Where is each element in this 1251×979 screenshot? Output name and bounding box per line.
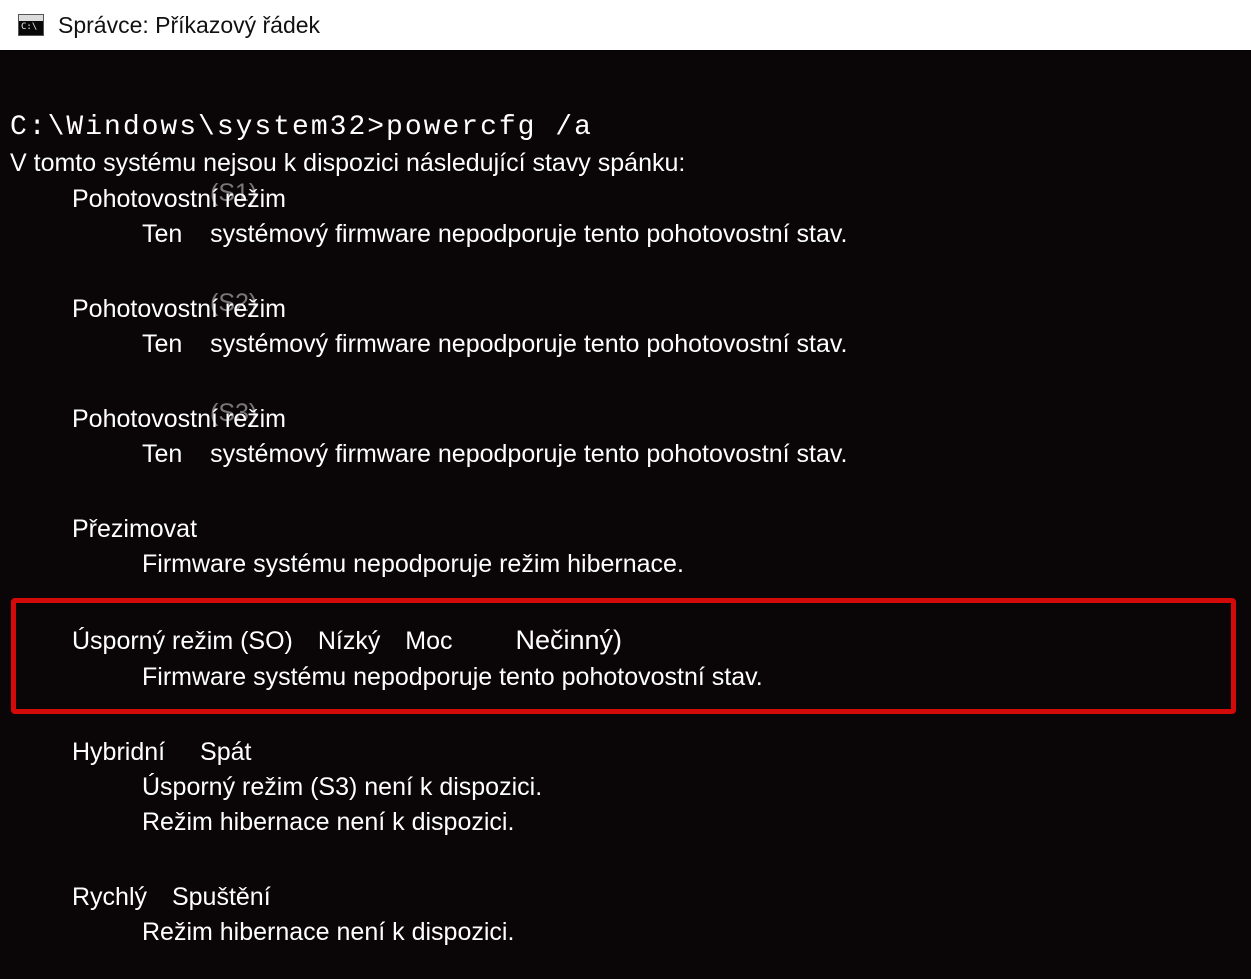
- section-fast-title-p2: Spuštění: [172, 880, 271, 915]
- section-hybrid-title-p1: Hybridní: [72, 735, 165, 770]
- section-s2: Pohotovostní režim (S2) Ten systémový fi…: [0, 292, 1251, 362]
- section-s2-ghost: (S2): [210, 286, 257, 321]
- section-fast-title-p1: Rychlý: [72, 880, 147, 915]
- section-fast-title: Rychlý Spuštění: [0, 880, 1251, 915]
- section-fast-line-0: Režim hibernace není k dispozici.: [0, 915, 1251, 950]
- section-hybrid: Hybridní Spát Úsporný režim (S3) není k …: [0, 735, 1251, 840]
- section-s1-ghost: (S1): [210, 176, 257, 211]
- window-title: Správce: Příkazový řádek: [58, 12, 320, 39]
- section-s0-title-p4: Nečinný): [515, 622, 622, 660]
- section-s0: Úsporný režim (SO) Nízký Moc Nečinný) Fi…: [0, 622, 1251, 695]
- section-s0-title-p3: Moc: [405, 624, 452, 659]
- section-hybrid-title: Hybridní Spát: [0, 735, 1251, 770]
- terminal-area[interactable]: C:\Windows\system32>powercfg /a V tomto …: [0, 50, 1251, 979]
- section-s0-title-p1: Úsporný režim (SO): [72, 624, 293, 659]
- section-s0-title: Úsporný režim (SO) Nízký Moc Nečinný): [0, 622, 1251, 660]
- section-fast: Rychlý Spuštění Režim hibernace není k d…: [0, 880, 1251, 950]
- section-hybrid-line-1: Režim hibernace není k dispozici.: [0, 805, 1251, 840]
- section-hybrid-line-0: Úsporný režim (S3) není k dispozici.: [0, 770, 1251, 805]
- titlebar: Správce: Příkazový řádek: [0, 0, 1251, 50]
- prompt-line: C:\Windows\system32>powercfg /a: [0, 50, 1251, 149]
- section-hibernate: Přezimovat Firmware systému nepodporuje …: [0, 512, 1251, 582]
- section-s0-title-p2: Nízký: [318, 624, 381, 659]
- section-s3: Pohotovostní režim (S3) Ten systémový fi…: [0, 402, 1251, 472]
- section-s1: Pohotovostní režim (S1) Ten systémový fi…: [0, 182, 1251, 252]
- section-s0-line-0: Firmware systému nepodporuje tento pohot…: [0, 660, 1251, 695]
- section-s2-title: Pohotovostní režim (S2): [0, 292, 1251, 327]
- section-s1-title: Pohotovostní režim (S1): [0, 182, 1251, 217]
- section-hibernate-title: Přezimovat: [0, 512, 1251, 547]
- section-hibernate-line-0: Firmware systému nepodporuje režim hiber…: [0, 547, 1251, 582]
- section-hybrid-title-p2: Spát: [200, 735, 251, 770]
- section-s3-title: Pohotovostní režim (S3): [0, 402, 1251, 437]
- intro-text: V tomto systému nejsou k dispozici násle…: [0, 149, 1251, 178]
- section-s1-line-0: Ten systémový firmware nepodporuje tento…: [0, 217, 1251, 252]
- section-s3-line-0: Ten systémový firmware nepodporuje tento…: [0, 437, 1251, 472]
- section-s2-line-0: Ten systémový firmware nepodporuje tento…: [0, 327, 1251, 362]
- cmd-icon: [18, 14, 44, 36]
- section-s3-ghost: (S3): [210, 396, 257, 431]
